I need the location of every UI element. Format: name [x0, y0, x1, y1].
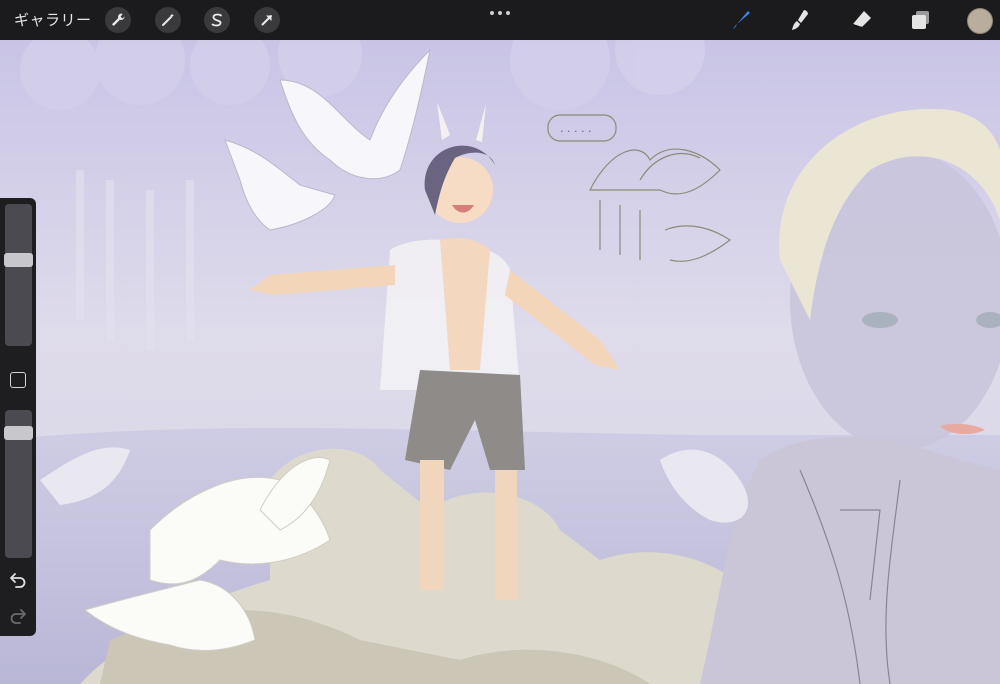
- transform-arrow-icon[interactable]: [254, 7, 280, 33]
- brush-icon[interactable]: [729, 7, 755, 33]
- drawing-canvas[interactable]: . . . . .: [0, 40, 1000, 684]
- undo-icon[interactable]: [9, 570, 27, 588]
- modifier-square-icon[interactable]: [10, 372, 26, 388]
- gallery-button[interactable]: ギャラリー: [14, 9, 92, 30]
- brush-sidebar: [0, 198, 36, 636]
- layers-icon[interactable]: [908, 7, 934, 33]
- top-toolbar: ギャラリー: [0, 0, 1000, 40]
- selection-s-icon[interactable]: [204, 7, 230, 33]
- opacity-thumb[interactable]: [4, 426, 33, 441]
- color-picker-swatch[interactable]: [967, 8, 993, 34]
- brush-size-slider[interactable]: [4, 204, 33, 346]
- opacity-slider[interactable]: [4, 410, 33, 558]
- speech-bubble-text: . . . . .: [560, 122, 591, 135]
- smudge-icon[interactable]: [788, 7, 814, 33]
- eraser-icon[interactable]: [849, 7, 875, 33]
- redo-icon[interactable]: [9, 606, 27, 624]
- magic-wand-icon[interactable]: [155, 7, 181, 33]
- wrench-icon[interactable]: [105, 7, 131, 33]
- more-dots-icon[interactable]: [489, 4, 511, 23]
- brush-size-thumb[interactable]: [4, 252, 33, 267]
